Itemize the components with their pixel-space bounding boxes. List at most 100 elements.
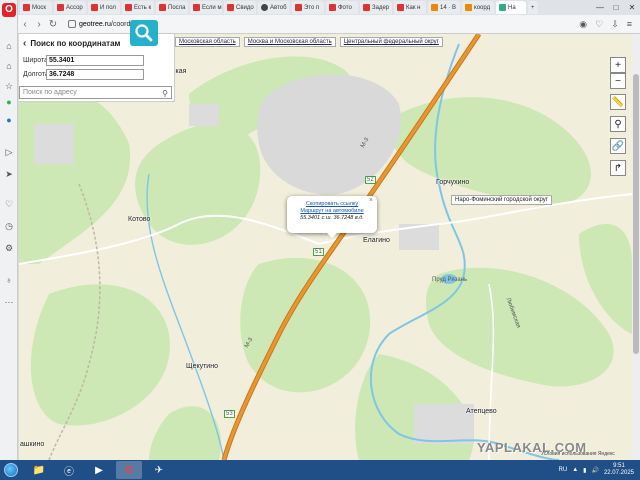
- bookmark-icon[interactable]: ♡: [595, 19, 603, 30]
- tab-favicon-icon: [23, 4, 30, 11]
- browser-tab[interactable]: Ассор: [54, 1, 86, 14]
- tab-label: Как н: [406, 4, 421, 11]
- location-pin-icon[interactable]: ♁: [3, 274, 15, 286]
- lock-icon[interactable]: [68, 20, 76, 28]
- heart-icon[interactable]: ♡: [3, 198, 15, 210]
- player-icon[interactable]: ▷: [3, 146, 15, 158]
- tab-label: Автоб: [270, 4, 287, 11]
- tab-favicon-icon: [295, 4, 302, 11]
- browser-tab[interactable]: На: [496, 1, 526, 14]
- scrollbar-thumb[interactable]: [633, 74, 639, 354]
- longitude-field[interactable]: 36.7248: [46, 69, 144, 80]
- tab-favicon-icon: [91, 4, 98, 11]
- media-taskbar-icon[interactable]: ▶: [86, 461, 112, 479]
- clock-date: 22.07.2025: [603, 470, 634, 476]
- zoom-in-button[interactable]: +: [610, 57, 626, 73]
- region-link[interactable]: Москва и Московская область: [243, 37, 336, 47]
- copy-link[interactable]: Скопировать ссылку: [287, 201, 377, 208]
- send-icon[interactable]: ➤: [3, 168, 15, 180]
- browser-tab[interactable]: Задер: [360, 1, 392, 14]
- tray-arrow-icon[interactable]: ▲: [572, 467, 578, 473]
- magnifier-icon: [135, 24, 153, 42]
- tab-favicon-icon: [227, 4, 234, 11]
- network-icon[interactable]: ▮: [583, 467, 586, 474]
- tab-favicon-icon: [499, 4, 506, 11]
- camera-icon[interactable]: ◉: [579, 19, 587, 30]
- tab-label: Ассор: [66, 4, 83, 11]
- tab-label: Фото: [338, 4, 352, 11]
- browser-tab[interactable]: коорд: [462, 1, 494, 14]
- panel-title: Поиск по координатам: [30, 39, 121, 48]
- coordinate-search-button[interactable]: [130, 20, 158, 46]
- window-controls: — □ ✕: [592, 0, 640, 15]
- tab-label: коорд: [474, 4, 491, 11]
- whatsapp-icon[interactable]: ●: [3, 96, 15, 108]
- new-tab-icon[interactable]: +: [528, 1, 538, 14]
- browser-tab[interactable]: 14 · В: [428, 1, 460, 14]
- bookmarks-icon[interactable]: ☆: [3, 80, 15, 92]
- speed-dial-icon[interactable]: ⌂: [3, 40, 15, 52]
- latitude-label: Широта: [23, 57, 48, 64]
- map-attribution[interactable]: Условия использования Яндекс: [541, 451, 615, 457]
- browser-tab[interactable]: Свидо: [224, 1, 256, 14]
- menu-icon[interactable]: ≡: [627, 19, 632, 30]
- place-label-ashkino: ашкино: [20, 441, 45, 448]
- browser-tab[interactable]: Автоб: [258, 1, 290, 14]
- address-search-input[interactable]: Поиск по адресу ⚲: [19, 86, 172, 99]
- more-icon[interactable]: ···: [3, 296, 15, 308]
- urban-block: [34, 124, 74, 164]
- route-link[interactable]: Маршрут на автомобиле: [287, 208, 377, 215]
- opera-logo[interactable]: O: [2, 3, 16, 17]
- browser-tab[interactable]: И пол: [88, 1, 120, 14]
- place-label-shchekutino: Щекутино: [186, 363, 218, 370]
- region-link[interactable]: Центральный федеральный округ: [339, 37, 443, 47]
- ruler-icon[interactable]: 📏: [610, 94, 626, 110]
- vk-icon[interactable]: ●: [3, 114, 15, 126]
- opera-taskbar-icon[interactable]: O: [116, 461, 142, 479]
- region-link[interactable]: Московская область: [175, 37, 240, 47]
- route-arrow-icon[interactable]: ↱: [610, 160, 626, 176]
- forward-icon[interactable]: ›: [32, 19, 46, 30]
- tab-favicon-icon: [193, 4, 200, 11]
- tab-label: На: [508, 4, 516, 11]
- settings-icon[interactable]: ⚙: [3, 242, 15, 254]
- browser-tab[interactable]: Фото: [326, 1, 358, 14]
- tab-favicon-icon: [363, 4, 370, 11]
- minimize-icon[interactable]: —: [592, 0, 608, 15]
- tab-favicon-icon: [57, 4, 64, 11]
- browser-tab[interactable]: Это п: [292, 1, 324, 14]
- volume-icon[interactable]: 🔊: [591, 467, 598, 474]
- browser-tab[interactable]: Есть к: [122, 1, 154, 14]
- start-button[interactable]: [0, 460, 22, 480]
- popup-close-icon[interactable]: ×: [369, 197, 373, 204]
- road-shield: 53: [224, 410, 235, 418]
- ie-taskbar-icon[interactable]: ⓔ: [56, 461, 82, 479]
- tab-favicon-icon: [431, 4, 438, 11]
- tab-favicon-icon: [397, 4, 404, 11]
- place-label-elagino: Елагино: [363, 237, 390, 244]
- back-icon[interactable]: ‹: [18, 19, 32, 30]
- explorer-taskbar-icon[interactable]: 📁: [26, 461, 52, 479]
- coordinate-popup: × Скопировать ссылку Маршрут на автомоби…: [287, 196, 377, 238]
- zoom-out-button[interactable]: −: [610, 73, 626, 89]
- tab-label: Моск: [32, 4, 47, 11]
- browser-tab[interactable]: Моск: [20, 1, 52, 14]
- page-scrollbar[interactable]: [632, 34, 640, 460]
- reload-icon[interactable]: ↻: [46, 19, 60, 30]
- browser-tab[interactable]: Как н: [394, 1, 426, 14]
- download-icon[interactable]: ⇩: [611, 19, 619, 30]
- history-icon[interactable]: ◷: [3, 220, 15, 232]
- location-pin-icon[interactable]: ⚲: [610, 116, 626, 132]
- browser-tab[interactable]: Посла: [156, 1, 188, 14]
- search-icon[interactable]: ⚲: [162, 88, 168, 99]
- latitude-field[interactable]: 55.3401: [46, 55, 144, 66]
- maximize-icon[interactable]: □: [608, 0, 624, 15]
- clock[interactable]: 9:51 22.07.2025: [604, 463, 634, 477]
- close-icon[interactable]: ✕: [624, 0, 640, 15]
- telegram-taskbar-icon[interactable]: ✈: [146, 461, 172, 479]
- back-arrow-icon[interactable]: ‹: [23, 38, 26, 49]
- browser-tab[interactable]: Если м: [190, 1, 222, 14]
- home-icon[interactable]: ⌂: [3, 60, 15, 72]
- link-icon[interactable]: 🔗: [610, 138, 626, 154]
- language-indicator[interactable]: RU: [559, 467, 568, 473]
